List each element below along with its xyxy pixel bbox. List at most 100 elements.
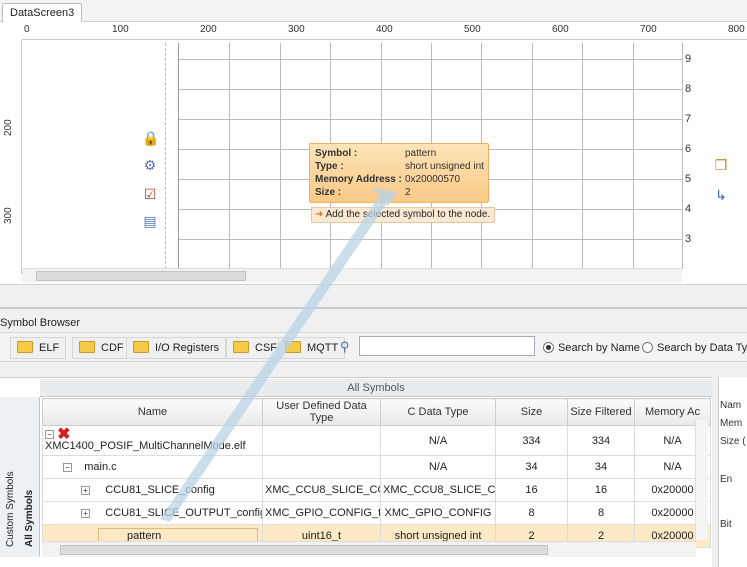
ruler-label: 200 [3,119,14,136]
ruler-label: 300 [3,207,14,224]
button-label: CSF [255,342,277,354]
property-label: Size ( [720,436,746,447]
folder-icon [233,341,249,353]
expand-toggle[interactable]: + [81,485,90,495]
panel-splitter[interactable] [0,284,747,314]
expand-toggle[interactable]: + [81,508,90,518]
all-symbols-header: All Symbols [40,379,712,397]
tab-all-symbols[interactable]: All Symbols [24,490,35,547]
cell [262,455,381,479]
folder-icon [133,341,149,353]
y-axis-label: 9 [685,53,692,65]
table-row[interactable]: − main.c N/A 34 34 N/A [42,455,711,479]
checklist-icon[interactable]: ☑ [142,186,158,202]
canvas-horizontal-scrollbar[interactable] [22,268,682,282]
y-axis-label: 6 [685,143,692,155]
io-registers-button[interactable]: I/O Registers [126,337,227,359]
search-icon[interactable]: ⚲ [340,339,350,355]
csf-button[interactable]: CSF [226,337,284,359]
search-by-name-radio[interactable] [543,342,554,353]
y-axis-label: 3 [685,233,692,245]
row-name: XMC1400_POSIF_MultiChannelMode.elf [45,439,246,452]
ruler-label: 0 [24,24,30,35]
lock-icon[interactable]: 🔒 [142,130,159,146]
y-axis-label: 5 [685,173,692,185]
table-row[interactable]: + CCU81_SLICE_config XMC_CCU8_SLICE_COMP… [42,478,711,502]
row-name: main.c [84,461,117,473]
cell: 8 [567,501,635,525]
y-axis-label: 4 [685,203,692,215]
bar-chart-icon[interactable]: ▤ [142,213,158,229]
tooltip-value: 0x20000570 [405,174,461,185]
ruler-label: 400 [376,24,393,35]
folder-icon [285,341,301,353]
search-by-type-radio[interactable] [642,342,653,353]
table-row[interactable]: − ✖ XMC1400_POSIF_MultiChannelMode.elf N… [42,425,711,456]
ruler-label: 300 [288,24,305,35]
cell: 334 [567,425,635,456]
property-label: Nam [720,400,742,411]
collapse-toggle[interactable]: − [45,430,54,440]
cdf-button[interactable]: CDF [72,337,131,359]
cell: XMC_GPIO_CONFIG_t [262,501,381,525]
search-by-type-label[interactable]: Search by Data Type [657,342,747,354]
copy-icon[interactable]: ❐ [713,157,729,173]
cell: XMC_CCU8_SLICE_COM [380,478,496,502]
cell [262,425,381,456]
ruler-label: 100 [112,24,129,35]
cell: 16 [567,478,635,502]
table-header-row: Name User Defined Data Type C Data Type … [42,398,711,426]
tooltip-key: Type : [315,161,344,172]
drop-hint-text: Add the selected symbol to the node. [325,209,491,220]
tab-custom-symbols[interactable]: Custom Symbols [5,471,16,547]
tooltip-key: Memory Address : [315,174,402,185]
ruler-label: 200 [200,24,217,35]
y-axis-label: 8 [685,83,692,95]
column-header[interactable]: User Defined Data Type [262,398,381,426]
ruler-label: 800 [728,24,745,35]
tab-datascreen3[interactable]: DataScreen3 [2,3,83,23]
tooltip-key: Symbol : [315,148,358,159]
drop-hint: ➜ Add the selected symbol to the node. [311,207,495,223]
table-horizontal-scrollbar[interactable] [42,541,696,557]
canvas-guide-line [165,43,166,269]
tooltip-key: Size : [315,187,342,198]
column-header[interactable]: Size [495,398,568,426]
connector-icon[interactable]: ↳ [713,187,729,203]
enable-checkbox-label[interactable]: En [720,474,732,485]
elf-button[interactable]: ELF [10,337,67,359]
tooltip-value: short unsigned int [405,161,484,172]
column-header[interactable]: Name [42,398,263,426]
ruler-label: 600 [552,24,569,35]
tooltip-value: pattern [405,148,437,159]
collapse-toggle[interactable]: − [63,462,72,472]
scrollbar-thumb[interactable] [60,545,548,555]
button-label: ELF [39,342,60,354]
button-label: I/O Registers [155,342,220,354]
symbol-tooltip: Symbol : pattern Type : short unsigned int… [309,143,489,203]
vertical-tab-strip: Custom Symbols All Symbols [0,397,40,557]
button-label: CDF [101,342,124,354]
button-label: MQTT [307,342,339,354]
row-name: CCU81_SLICE_config [105,484,215,496]
search-input[interactable] [359,336,535,356]
mqtt-button[interactable]: MQTT [278,337,346,359]
cell: XMC_GPIO_CONFIG [380,501,496,525]
cell: 34 [567,455,635,479]
tooltip-value: 2 [405,187,411,198]
cell: N/A [380,455,496,479]
gear-icon[interactable]: ⚙ [142,157,158,173]
cell: N/A [380,425,496,456]
ruler-label: 500 [464,24,481,35]
table-row[interactable]: + CCU81_SLICE_OUTPUT_config XMC_GPIO_CON… [42,501,711,525]
search-by-name-label[interactable]: Search by Name [558,342,640,354]
property-label: Mem [720,418,743,429]
row-name: CCU81_SLICE_OUTPUT_config [105,507,263,519]
y-axis-label: 7 [685,113,692,125]
folder-icon [17,341,33,353]
cell: 16 [495,478,568,502]
table-vertical-scrollbar[interactable] [695,420,708,540]
scrollbar-thumb[interactable] [36,271,246,281]
column-header[interactable]: Size Filtered [567,398,635,426]
column-header[interactable]: C Data Type [380,398,496,426]
